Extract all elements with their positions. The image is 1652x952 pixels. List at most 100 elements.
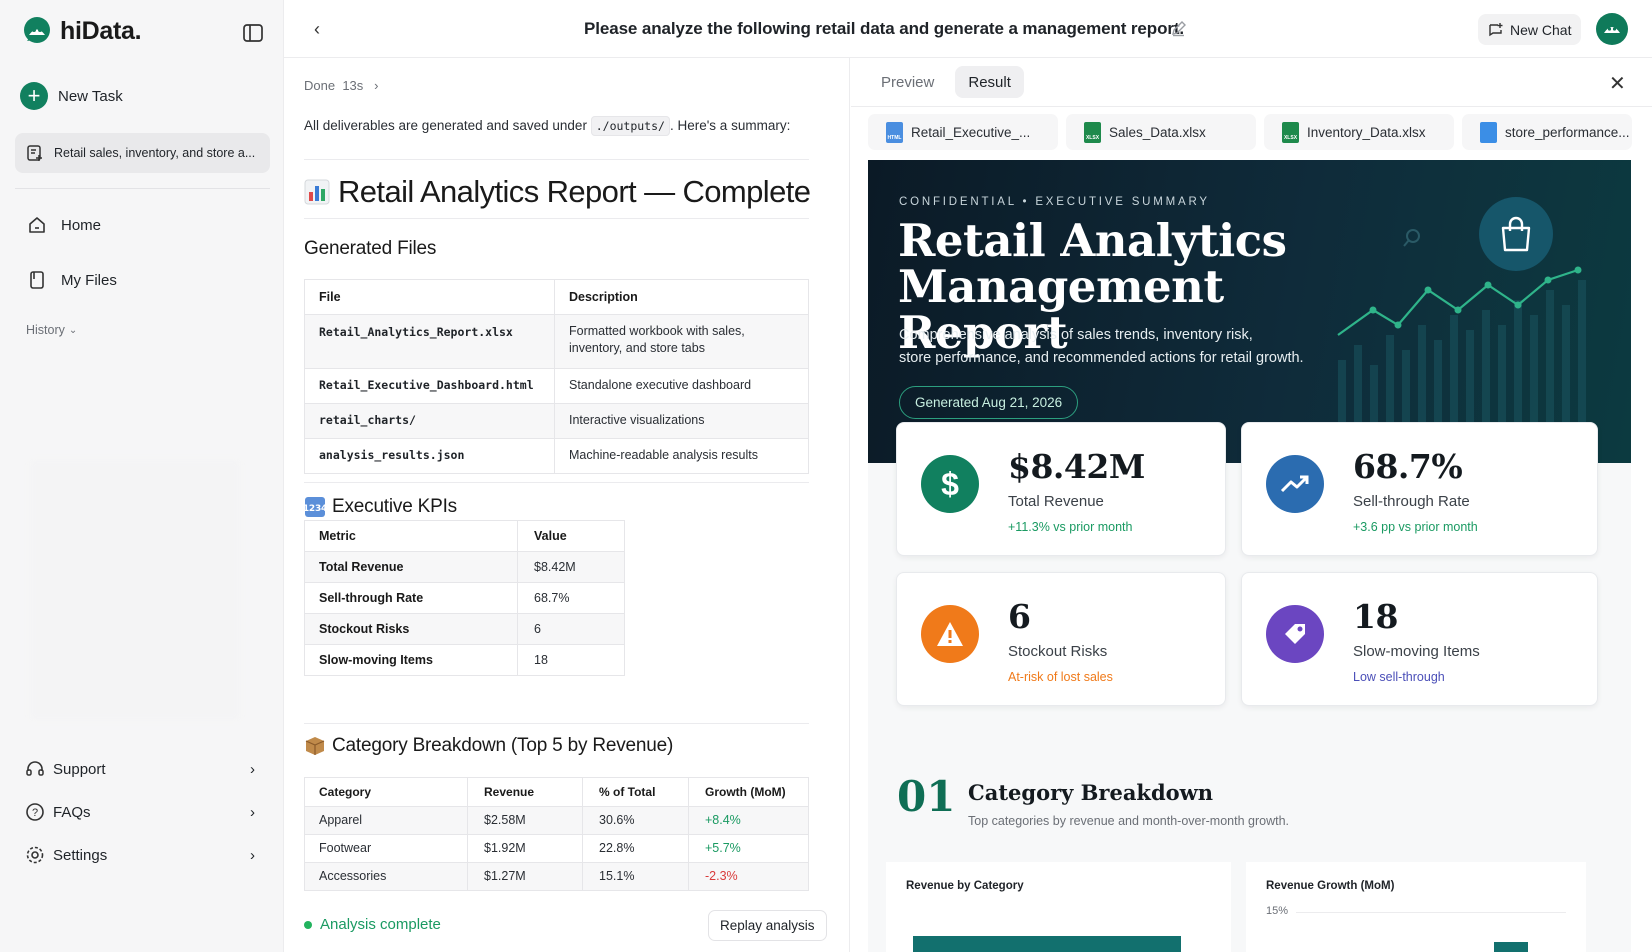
sidebar-item-settings[interactable]: Settings ›: [25, 845, 255, 865]
xlsx-file-icon: XLSX: [1084, 121, 1101, 143]
table-row: retail_charts/ Interactive visualization…: [304, 403, 809, 439]
panel-tabs: Preview Result: [868, 66, 1024, 98]
chevron-right-icon: ›: [250, 803, 255, 821]
table-header-row: File Description: [304, 279, 809, 315]
gridline: [1296, 912, 1566, 913]
file-tab-inventory[interactable]: XLSX Inventory_Data.xlsx: [1264, 114, 1454, 150]
plus-icon: +: [20, 82, 48, 110]
table-cell: Sell-through Rate: [304, 582, 518, 614]
tab-result[interactable]: Result: [955, 66, 1024, 98]
divider: [304, 723, 809, 724]
executive-kpis-heading-text: Executive KPIs: [332, 496, 457, 517]
file-tab-sales[interactable]: XLSX Sales_Data.xlsx: [1066, 114, 1256, 150]
file-name: analysis_results.json: [319, 448, 465, 462]
file-name: Retail_Executive_Dashboard.html: [319, 378, 534, 392]
tag-icon: [1266, 605, 1324, 663]
table-cell: Formatted workbook with sales, inventory…: [554, 314, 809, 369]
chart-title: Revenue Growth (MoM): [1266, 880, 1395, 892]
sidebar-item-support[interactable]: Support ›: [25, 759, 255, 779]
user-avatar-icon: [1604, 27, 1620, 33]
file-tabs: HTML Retail_Executive_... XLSX Sales_Dat…: [868, 114, 1632, 150]
kpi-card-stockout: 6 Stockout Risks At-risk of lost sales: [896, 572, 1226, 706]
divider: [304, 482, 809, 483]
chart-bar: [1494, 942, 1528, 952]
divider: [304, 159, 809, 160]
top-bar: ‹ Please analyze the following retail da…: [284, 0, 1652, 58]
new-task-button[interactable]: + New Task: [20, 82, 123, 110]
chat-footer: Analysis complete Replay analysis: [284, 896, 849, 952]
report-preview[interactable]: CONFIDENTIAL • EXECUTIVE SUMMARY Retail …: [868, 160, 1631, 952]
table-cell: Machine-readable analysis results: [554, 438, 809, 474]
svg-text:1234: 1234: [304, 504, 326, 514]
generated-files-heading: Generated Files: [304, 238, 437, 259]
table-header: Description: [554, 279, 809, 315]
table-header: % of Total: [582, 777, 689, 807]
table-cell: $1.27M: [467, 862, 583, 891]
done-indicator[interactable]: Done 13s ›: [304, 78, 378, 93]
gear-icon: [26, 846, 44, 864]
chevron-right-icon: ›: [250, 760, 255, 778]
kpi-label: Total Revenue: [1008, 493, 1104, 510]
divider: [304, 218, 809, 219]
close-icon[interactable]: ✕: [1609, 71, 1626, 96]
sidebar-item-label: Home: [61, 216, 102, 234]
table-cell: Retail_Executive_Dashboard.html: [304, 368, 555, 404]
generated-date-badge: Generated Aug 21, 2026: [899, 386, 1079, 419]
kpi-card-revenue: $ $8.42M Total Revenue +11.3% vs prior m…: [896, 422, 1226, 556]
file-tab-store-performance[interactable]: store_performance...: [1462, 114, 1632, 150]
executive-kpis-heading: 1234 Executive KPIs: [304, 496, 457, 518]
tab-preview[interactable]: Preview: [868, 66, 947, 98]
section-subtitle: Top categories by revenue and month-over…: [968, 814, 1290, 828]
history-toggle[interactable]: History ⌄: [26, 323, 77, 337]
new-chat-button[interactable]: New Chat: [1478, 14, 1582, 45]
sidebar-task-item[interactable]: Retail sales, inventory, and store a...: [15, 133, 270, 173]
table-cell: 6: [517, 613, 625, 645]
kpi-delta: +11.3% vs prior month: [1008, 520, 1133, 534]
table-cell: Standalone executive dashboard: [554, 368, 809, 404]
file-tab-dashboard[interactable]: HTML Retail_Executive_...: [868, 114, 1058, 150]
file-tab-label: Sales_Data.xlsx: [1109, 124, 1206, 140]
table-header: Category: [304, 777, 468, 807]
table-cell: 30.6%: [582, 806, 689, 835]
generated-files-table: File Description Retail_Analytics_Report…: [304, 279, 809, 474]
chart-tick-label: 15%: [1266, 905, 1289, 917]
kpi-label: Stockout Risks: [1008, 643, 1108, 660]
table-row: Apparel $2.58M 30.6% +8.4%: [304, 806, 809, 835]
table-cell: $8.42M: [517, 551, 625, 583]
chevron-right-icon: ›: [374, 78, 379, 93]
kpi-delta: Low sell-through: [1353, 670, 1445, 684]
report-heading-text: Retail Analytics Report — Complete: [338, 174, 811, 209]
table-cell: 15.1%: [582, 862, 689, 891]
file-tab-label: store_performance...: [1505, 124, 1630, 140]
help-circle-icon: ?: [26, 803, 44, 821]
sidebar-item-faqs[interactable]: ? FAQs ›: [25, 802, 255, 822]
kpi-table: Metric Value Total Revenue $8.42M Sell-t…: [304, 520, 625, 676]
chat-panel: Done 13s › All deliverables are generate…: [284, 58, 850, 952]
summary-post: . Here's a summary:: [669, 118, 791, 133]
back-arrow-icon[interactable]: ‹: [314, 19, 320, 40]
sidebar-item-home[interactable]: Home: [27, 215, 101, 235]
table-row: Slow-moving Items 18: [304, 644, 625, 676]
report-title-line: Retail Analytics: [898, 214, 1287, 267]
replay-analysis-button[interactable]: Replay analysis: [708, 910, 827, 941]
done-time: 13s: [342, 78, 364, 93]
table-row: Retail_Executive_Dashboard.html Standalo…: [304, 368, 809, 404]
sidebar-item-my-files[interactable]: My Files: [27, 270, 117, 290]
table-cell: Interactive visualizations: [554, 403, 809, 439]
table-cell: Slow-moving Items: [304, 644, 518, 676]
chart-bar: [913, 936, 1181, 952]
headset-icon: [26, 761, 44, 776]
edit-pencil-icon[interactable]: [1170, 20, 1187, 37]
divider: [851, 106, 1652, 107]
sidebar-item-label: My Files: [61, 271, 117, 289]
sidebar-toggle-icon[interactable]: [242, 23, 264, 43]
kpi-value: 6: [1008, 597, 1031, 636]
table-header-row: Metric Value: [304, 520, 625, 552]
brand-logo[interactable]: hiData.: [22, 16, 142, 46]
report-hero: CONFIDENTIAL • EXECUTIVE SUMMARY Retail …: [868, 160, 1631, 463]
settings-label: Settings: [53, 846, 108, 864]
avatar[interactable]: [1596, 13, 1628, 45]
result-panel: Preview Result ✕ HTML Retail_Executive_.…: [851, 58, 1652, 952]
html-file-icon: HTML: [886, 121, 903, 143]
table-header: File: [304, 279, 555, 315]
